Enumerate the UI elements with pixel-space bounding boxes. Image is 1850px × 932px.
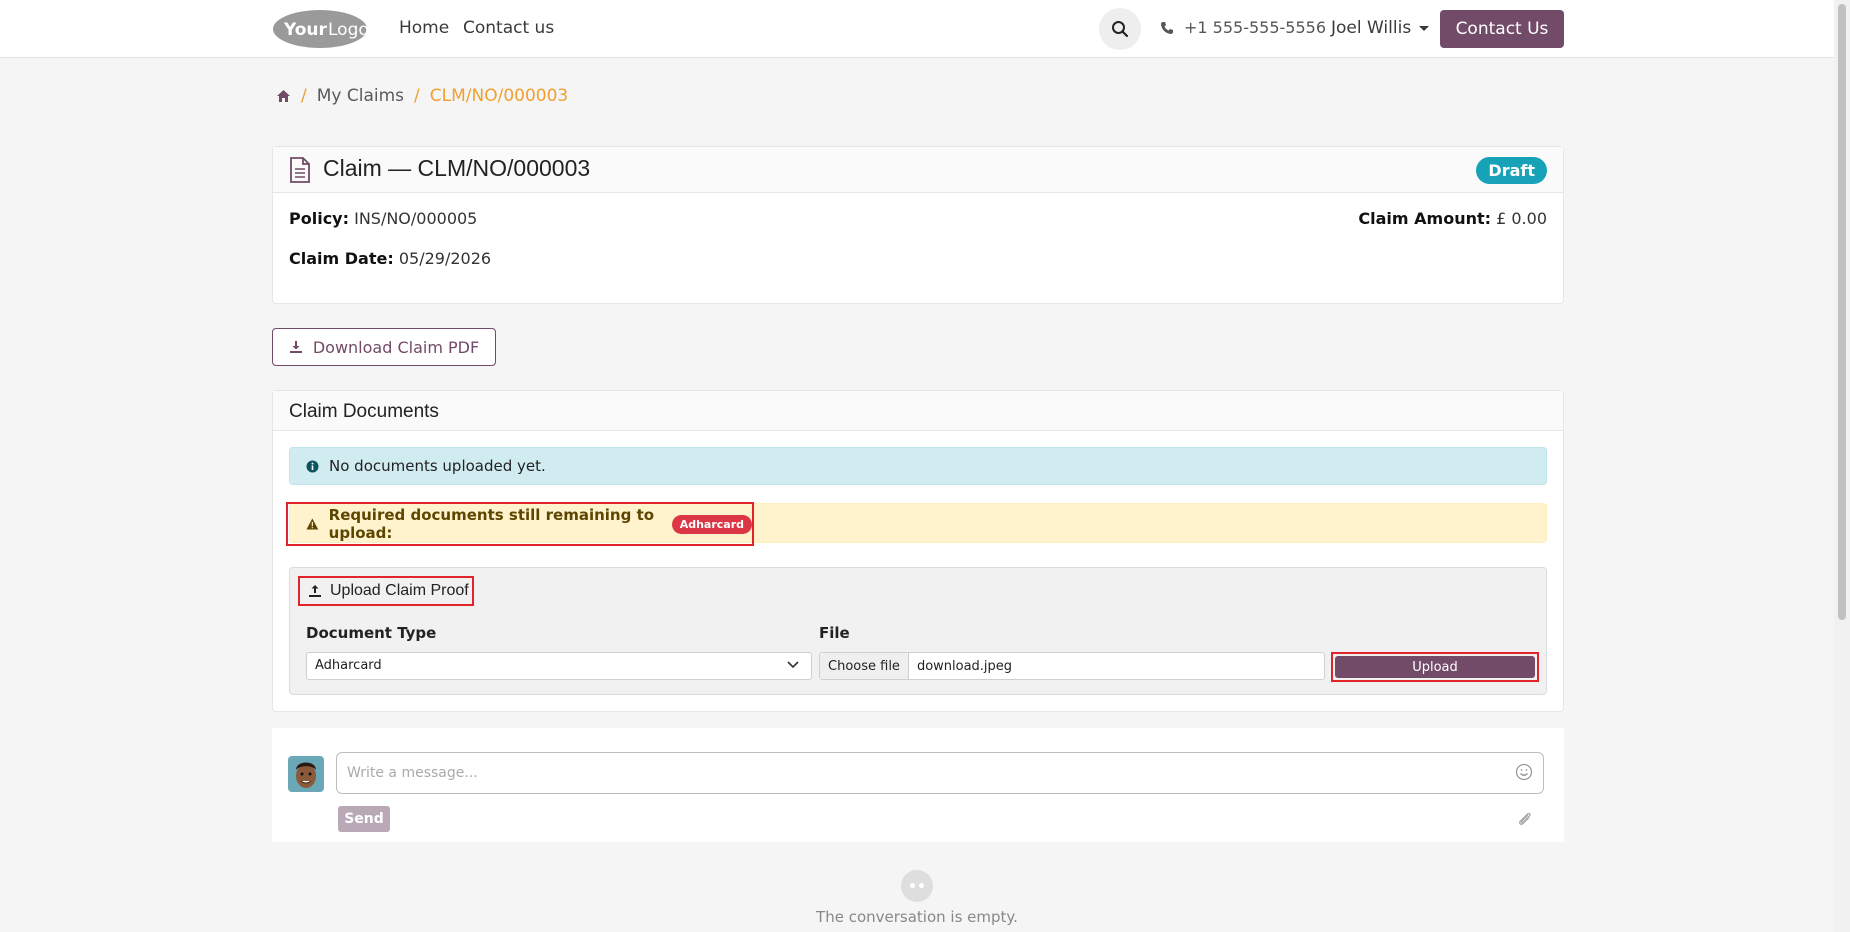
claim-amount-label: Claim Amount: (1358, 209, 1492, 228)
breadcrumb: / My Claims / CLM/NO/000003 (276, 86, 568, 106)
breadcrumb-my-claims[interactable]: My Claims (317, 86, 404, 106)
phone-icon (1161, 21, 1173, 34)
user-name: Joel Willis (1331, 18, 1412, 38)
empty-conversation-text: The conversation is empty. (816, 908, 1018, 926)
selected-file-name: download.jpeg (916, 658, 1013, 674)
required-documents-text: Required documents still remaining to up… (328, 506, 655, 542)
page-scrollbar[interactable] (1834, 0, 1850, 932)
avatar (288, 756, 324, 792)
svg-text:Logo: Logo (328, 20, 368, 40)
search-icon (1112, 21, 1129, 38)
claim-card-header: Claim — CLM/NO/000003 Draft (273, 147, 1563, 193)
upload-button-highlight: Upload (1331, 652, 1539, 682)
claim-title: Claim — CLM/NO/000003 (323, 155, 591, 181)
status-badge: Draft (1476, 157, 1547, 184)
nav-home[interactable]: Home (399, 18, 449, 38)
user-menu[interactable]: Joel Willis (1331, 18, 1430, 38)
download-claim-pdf-label: Download Claim PDF (312, 337, 480, 357)
warning-icon (306, 518, 319, 530)
emoji-icon[interactable] (1515, 763, 1533, 781)
document-type-select[interactable]: Adharcard (306, 652, 812, 680)
required-documents-highlight: Required documents still remaining to up… (286, 502, 754, 546)
phone-link[interactable]: +1 555-555-5556 (1160, 18, 1326, 37)
claim-amount-field: Claim Amount: £ 0.00 (1358, 209, 1547, 228)
claim-documents-card: Claim Documents No documents uploaded ye… (272, 390, 1564, 712)
claim-date-label: Claim Date: (289, 249, 394, 268)
contact-us-button[interactable]: Contact Us (1440, 10, 1564, 48)
info-icon (306, 460, 319, 472)
no-documents-text: No documents uploaded yet. (329, 457, 546, 475)
policy-field: Policy: INS/NO/000005 (289, 209, 477, 228)
claim-date-field: Claim Date: 05/29/2026 (289, 249, 491, 268)
document-type-label: Document Type (306, 624, 437, 642)
upload-claim-proof-label: Upload Claim Proof (330, 582, 469, 599)
logo[interactable]: Your Logo (272, 8, 368, 50)
no-documents-alert: No documents uploaded yet. (289, 447, 1547, 485)
choose-file-button[interactable]: Choose file (820, 653, 909, 679)
claim-amount-value: £ 0.00 (1496, 209, 1547, 228)
top-navbar: Your Logo Home Contact us +1 555-555-555… (0, 0, 1850, 58)
upload-claim-proof-title: Upload Claim Proof (298, 576, 474, 606)
chevron-down-icon (787, 661, 799, 669)
breadcrumb-current: CLM/NO/000003 (429, 86, 569, 106)
download-icon (289, 341, 302, 353)
scrollbar-thumb[interactable] (1838, 4, 1846, 620)
file-label: File (819, 624, 850, 642)
claim-date-value: 05/29/2026 (398, 249, 492, 268)
paperclip-icon[interactable] (1516, 810, 1534, 828)
svg-text:Your: Your (283, 20, 328, 40)
nav-contact-us[interactable]: Contact us (463, 18, 554, 38)
document-type-value: Adharcard (315, 658, 382, 673)
claim-documents-title: Claim Documents (273, 391, 1563, 431)
empty-conversation-icon (901, 870, 933, 902)
download-claim-pdf-button[interactable]: Download Claim PDF (272, 328, 496, 366)
phone-number: +1 555-555-5556 (1184, 18, 1327, 37)
document-icon (290, 157, 310, 183)
claim-card: Claim — CLM/NO/000003 Draft Policy: INS/… (272, 146, 1564, 304)
message-placeholder: Write a message... (347, 765, 478, 781)
caret-down-icon (1419, 25, 1430, 31)
upload-claim-proof-section: Upload Claim Proof Document Type File Ad… (289, 567, 1547, 695)
breadcrumb-separator: / (301, 86, 307, 106)
send-button[interactable]: Send (338, 806, 390, 832)
upload-button[interactable]: Upload (1335, 656, 1535, 678)
upload-icon (309, 585, 321, 597)
remaining-document-badge: Adharcard (671, 514, 752, 534)
message-input[interactable]: Write a message... (336, 752, 1544, 794)
policy-value: INS/NO/000005 (354, 209, 478, 228)
home-icon[interactable] (276, 89, 291, 103)
required-documents-alert: Required documents still remaining to up… (286, 502, 1547, 546)
chatter-composer: Write a message... Send (272, 728, 1564, 842)
file-input[interactable]: Choose file download.jpeg (819, 652, 1325, 680)
policy-label: Policy: (289, 209, 349, 228)
breadcrumb-separator: / (414, 86, 420, 106)
search-button[interactable] (1099, 8, 1141, 50)
